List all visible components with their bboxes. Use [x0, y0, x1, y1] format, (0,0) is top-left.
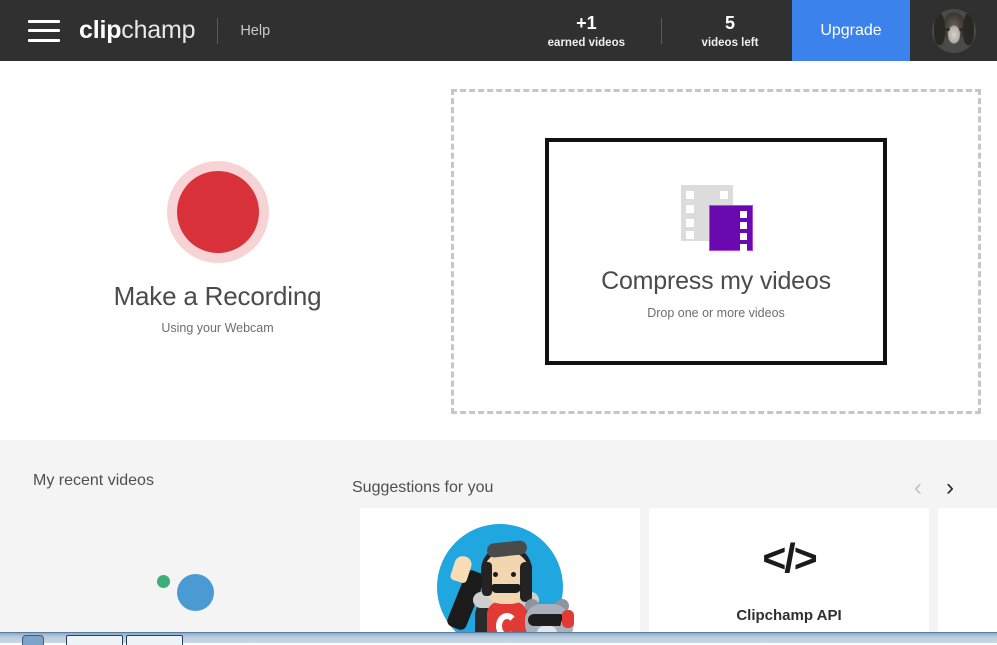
header-divider-1 — [217, 17, 219, 44]
film-frame-front — [709, 205, 753, 251]
logo-text-champ: champ — [121, 16, 196, 44]
raccoon-hand — [562, 610, 574, 628]
avatar-hair-right — [962, 12, 974, 45]
header-left-group: clipchamp Help — [0, 0, 270, 61]
help-link[interactable]: Help — [240, 23, 270, 39]
avatar-hair-left — [933, 12, 945, 45]
mascot-eye-right — [511, 572, 516, 577]
suggestions-section: Suggestions for you ‹ › </> Clipchamp AP… — [352, 440, 997, 632]
compress-panel: Compress my videos Drop one or more vide… — [435, 61, 997, 440]
compress-my-videos-button[interactable]: Compress my videos Drop one or more vide… — [545, 138, 887, 365]
windows-taskbar[interactable] — [0, 632, 997, 645]
mascot-eye-left — [493, 572, 498, 577]
mascot-sideburn-right — [520, 562, 532, 602]
clipchamp-logo[interactable]: clipchamp — [79, 16, 196, 45]
app-header: clipchamp Help +1 earned videos 5 videos… — [0, 0, 997, 61]
suggestion-card-api[interactable]: </> Clipchamp API Receive videos on your… — [649, 508, 929, 632]
taskbar-start-icon[interactable] — [22, 635, 44, 645]
film-hole-back-r1 — [720, 191, 728, 199]
avatar-eye-left — [944, 27, 950, 31]
my-recent-videos-title: My recent videos — [33, 472, 154, 489]
stat-videos-left: 5 videos left — [684, 0, 776, 61]
mascot-mustache — [491, 584, 521, 593]
make-recording-title: Make a Recording — [113, 281, 322, 311]
film-strip-icon — [679, 183, 753, 253]
suggestions-header: Suggestions for you ‹ › — [352, 472, 997, 504]
avatar-image — [931, 8, 976, 53]
chevron-right-icon[interactable]: › — [934, 472, 966, 504]
loading-dot-blue — [177, 574, 214, 611]
stat-earned-videos: +1 earned videos — [534, 0, 639, 61]
mascot-shirt-logo — [496, 613, 518, 632]
earned-videos-label: earned videos — [547, 36, 625, 49]
chevron-left-icon[interactable]: ‹ — [902, 472, 934, 504]
make-recording-subtitle: Using your Webcam — [161, 321, 274, 335]
hero-section: Make a Recording Using your Webcam Compr… — [0, 61, 997, 440]
suggestion-card-mascot[interactable] — [360, 508, 640, 632]
suggestion-cards: </> Clipchamp API Receive videos on your… — [360, 508, 997, 632]
hamburger-menu-icon[interactable] — [28, 19, 60, 42]
film-hole-back-l4 — [686, 231, 694, 239]
loading-dot-green — [157, 575, 170, 588]
suggestions-title: Suggestions for you — [352, 479, 494, 496]
hamburger-bar-2 — [28, 29, 60, 32]
api-card-title: Clipchamp API — [736, 607, 842, 624]
my-recent-videos-section: My recent videos — [0, 440, 352, 632]
compress-title: Compress my videos — [601, 267, 831, 295]
videos-left-label: videos left — [701, 36, 759, 49]
avatar[interactable] — [910, 0, 997, 61]
mascot-illustration — [429, 518, 575, 632]
make-recording-panel[interactable]: Make a Recording Using your Webcam — [0, 61, 435, 440]
film-hole-back-l2 — [686, 205, 694, 213]
film-hole-back-l1 — [686, 191, 694, 199]
logo-text-clip: clip — [79, 16, 122, 44]
mascot-sideburn-left — [482, 562, 492, 596]
earned-videos-value: +1 — [576, 13, 597, 34]
hamburger-bar-1 — [28, 19, 60, 23]
suggestion-card-next-partial[interactable] — [938, 508, 997, 632]
code-brackets-icon: </> — [762, 535, 817, 581]
film-hole-front-4 — [740, 244, 747, 251]
avatar-eye-right — [958, 27, 964, 31]
header-spacer — [270, 0, 534, 61]
bottom-section: My recent videos Suggestions for you ‹ › — [0, 440, 997, 632]
upgrade-button[interactable]: Upgrade — [792, 0, 910, 61]
record-button-icon[interactable] — [176, 171, 259, 253]
loading-indicator — [152, 564, 222, 611]
film-hole-front-1 — [740, 211, 747, 218]
taskbar-window-1[interactable] — [66, 635, 123, 645]
video-dropzone[interactable]: Compress my videos Drop one or more vide… — [451, 89, 981, 414]
compress-subtitle: Drop one or more videos — [647, 306, 785, 320]
film-hole-back-l3 — [686, 219, 694, 227]
hamburger-bar-3 — [28, 38, 60, 42]
film-hole-front-3 — [740, 233, 747, 240]
taskbar-window-2[interactable] — [126, 635, 183, 645]
header-divider-2 — [661, 17, 662, 44]
film-hole-front-2 — [740, 222, 747, 229]
videos-left-value: 5 — [724, 13, 735, 34]
